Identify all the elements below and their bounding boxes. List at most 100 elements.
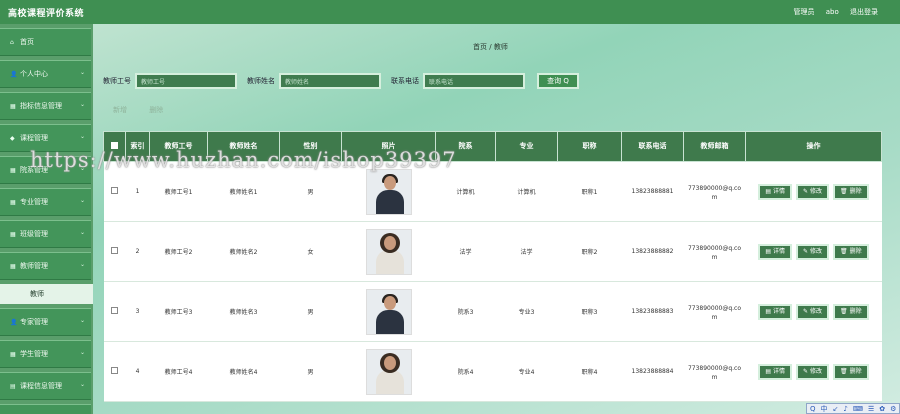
title-cell: 职称3 xyxy=(557,281,622,342)
grid-icon: ▦ xyxy=(10,166,16,174)
email-line-2: m xyxy=(711,313,718,321)
sidebar-item-label: 学生管理 xyxy=(20,350,48,358)
detail-button[interactable]: ▤ 详情 xyxy=(758,303,792,320)
app-title: 高校课程评价系统 xyxy=(8,9,85,19)
home-icon: ⌂ xyxy=(10,38,14,46)
sidebar-subitem-teacher[interactable]: 教师 xyxy=(0,284,93,304)
major-cell: 计算机 xyxy=(495,161,558,222)
row-checkbox[interactable] xyxy=(111,187,118,194)
teacher-photo xyxy=(365,168,412,215)
delete-button[interactable]: 🗑 删除 xyxy=(833,183,869,200)
tray-icon[interactable]: 中 xyxy=(821,404,828,414)
gender-cell: 男 xyxy=(279,281,342,342)
search-button[interactable]: 查询 Q xyxy=(537,73,579,89)
delete-button[interactable]: 🗑 删除 xyxy=(833,243,869,260)
main-content: 首页 / 教师 教师工号 教师工号 教师姓名 教师姓名 联系电话 联系电话 查询… xyxy=(93,24,900,414)
index-cell: 3 xyxy=(125,281,150,342)
edit-button[interactable]: ✎ 修改 xyxy=(796,363,830,380)
sidebar-item[interactable]: ▦ 学生管理 ⌄ xyxy=(0,340,91,368)
tray-icon[interactable]: ♪ xyxy=(843,405,847,413)
leaf-icon: ◆ xyxy=(10,134,15,142)
sidebar-item[interactable]: 👤 专家管理 ⌄ xyxy=(0,308,91,336)
row-select-cell[interactable] xyxy=(103,281,126,342)
detail-label: 详情 xyxy=(772,187,785,195)
row-checkbox[interactable] xyxy=(111,307,118,314)
title-cell: 职称1 xyxy=(557,161,622,222)
grid-icon: ▦ xyxy=(10,230,16,238)
teacher-name-label: 教师姓名 xyxy=(247,77,275,85)
sidebar-item[interactable]: ▦ 专业管理 ⌄ xyxy=(0,188,91,216)
sidebar-item[interactable]: ▦ 指标信息管理 ⌄ xyxy=(0,92,91,120)
add-button[interactable]: 新增 xyxy=(113,106,127,114)
detail-button[interactable]: ▤ 详情 xyxy=(758,363,792,380)
chevron-down-icon: ⌄ xyxy=(79,197,85,204)
sidebar-item-label: 首页 xyxy=(20,38,34,46)
photo-cell xyxy=(341,341,436,402)
tray-icon[interactable]: Q xyxy=(810,405,816,413)
batch-delete-button[interactable]: 删除 xyxy=(149,106,163,114)
detail-icon: ▤ xyxy=(765,367,771,375)
major-cell: 法学 xyxy=(495,221,558,282)
teacher-name-cell: 教师姓名2 xyxy=(207,221,280,282)
logout-link[interactable]: 退出登录 xyxy=(850,8,878,16)
detail-button[interactable]: ▤ 详情 xyxy=(758,183,792,200)
breadcrumb-current: 教师 xyxy=(493,43,508,51)
phone-input[interactable]: 联系电话 xyxy=(423,73,525,89)
teacher-no-label: 教师工号 xyxy=(103,77,131,85)
detail-button[interactable]: ▤ 详情 xyxy=(758,243,792,260)
user-icon: 👤 xyxy=(10,70,18,78)
delete-button[interactable]: 🗑 删除 xyxy=(833,363,869,380)
email-cell: 773890000@q.co m xyxy=(683,221,746,282)
phone-cell: 13823888884 xyxy=(621,341,684,402)
sidebar-item[interactable]: ▦教师自评管理⌄ xyxy=(0,404,91,414)
tray-icon[interactable]: ⚙ xyxy=(890,405,896,413)
delete-label: 删除 xyxy=(849,187,862,195)
teacher-name-input[interactable]: 教师姓名 xyxy=(279,73,381,89)
email-line-2: m xyxy=(711,373,718,381)
chevron-down-icon: ⌄ xyxy=(79,261,85,268)
tray-icon[interactable]: ↙ xyxy=(833,405,839,413)
sidebar-item[interactable]: ▦ 班级管理 ⌄ xyxy=(0,220,91,248)
tray-icon[interactable]: ☰ xyxy=(868,405,874,413)
column-header: 联系电话 xyxy=(621,131,684,162)
edit-icon: ✎ xyxy=(803,367,809,375)
tray-icon[interactable]: ✿ xyxy=(879,405,885,413)
trash-icon: 🗑 xyxy=(840,367,848,375)
grid-icon: ▦ xyxy=(10,350,16,358)
phone-cell: 13823888883 xyxy=(621,281,684,342)
search-bar: 教师工号 教师工号 教师姓名 教师姓名 联系电话 联系电话 查询 Q xyxy=(103,72,579,90)
ops-cell: ▤ 详情 ✎ 修改 🗑 删除 xyxy=(745,281,882,342)
edit-button[interactable]: ✎ 修改 xyxy=(796,183,830,200)
sidebar-item-label: 专业管理 xyxy=(20,198,48,206)
email-line-1: 773890000@q.co xyxy=(687,364,742,372)
edit-button[interactable]: ✎ 修改 xyxy=(796,303,830,320)
row-checkbox[interactable] xyxy=(111,247,118,254)
sidebar-item[interactable]: 👤 个人中心 ⌄ xyxy=(0,60,91,88)
chevron-down-icon: ⌄ xyxy=(79,69,85,76)
row-checkbox[interactable] xyxy=(111,367,118,374)
ops-cell: ▤ 详情 ✎ 修改 🗑 删除 xyxy=(745,221,882,282)
edit-label: 修改 xyxy=(810,367,823,375)
sidebar-item-label: 课程管理 xyxy=(20,134,48,142)
delete-button[interactable]: 🗑 删除 xyxy=(833,303,869,320)
teacher-photo xyxy=(365,228,412,275)
row-select-cell[interactable] xyxy=(103,221,126,282)
chevron-down-icon: ⌄ xyxy=(79,101,85,108)
sidebar-item[interactable]: ▤ 课程信息管理 ⌄ xyxy=(0,372,91,400)
dept-cell: 院系4 xyxy=(435,341,496,402)
teacher-no-cell: 教师工号2 xyxy=(149,221,208,282)
tray-icon[interactable]: ⌨ xyxy=(853,405,863,413)
teacher-no-input[interactable]: 教师工号 xyxy=(135,73,237,89)
detail-icon: ▤ xyxy=(765,247,771,255)
breadcrumb-home[interactable]: 首页 xyxy=(473,43,487,51)
user-icon: 👤 xyxy=(10,318,18,326)
teacher-name-cell: 教师姓名4 xyxy=(207,341,280,402)
delete-label: 删除 xyxy=(849,307,862,315)
row-select-cell[interactable] xyxy=(103,341,126,402)
chevron-down-icon: ⌄ xyxy=(79,381,85,388)
chevron-down-icon: ⌄ xyxy=(79,133,85,140)
sidebar-item[interactable]: ▦ 教师管理 ⌄ xyxy=(0,252,91,280)
detail-label: 详情 xyxy=(772,247,785,255)
edit-button[interactable]: ✎ 修改 xyxy=(796,243,830,260)
sidebar-item[interactable]: ⌂ 首页 xyxy=(0,28,91,56)
